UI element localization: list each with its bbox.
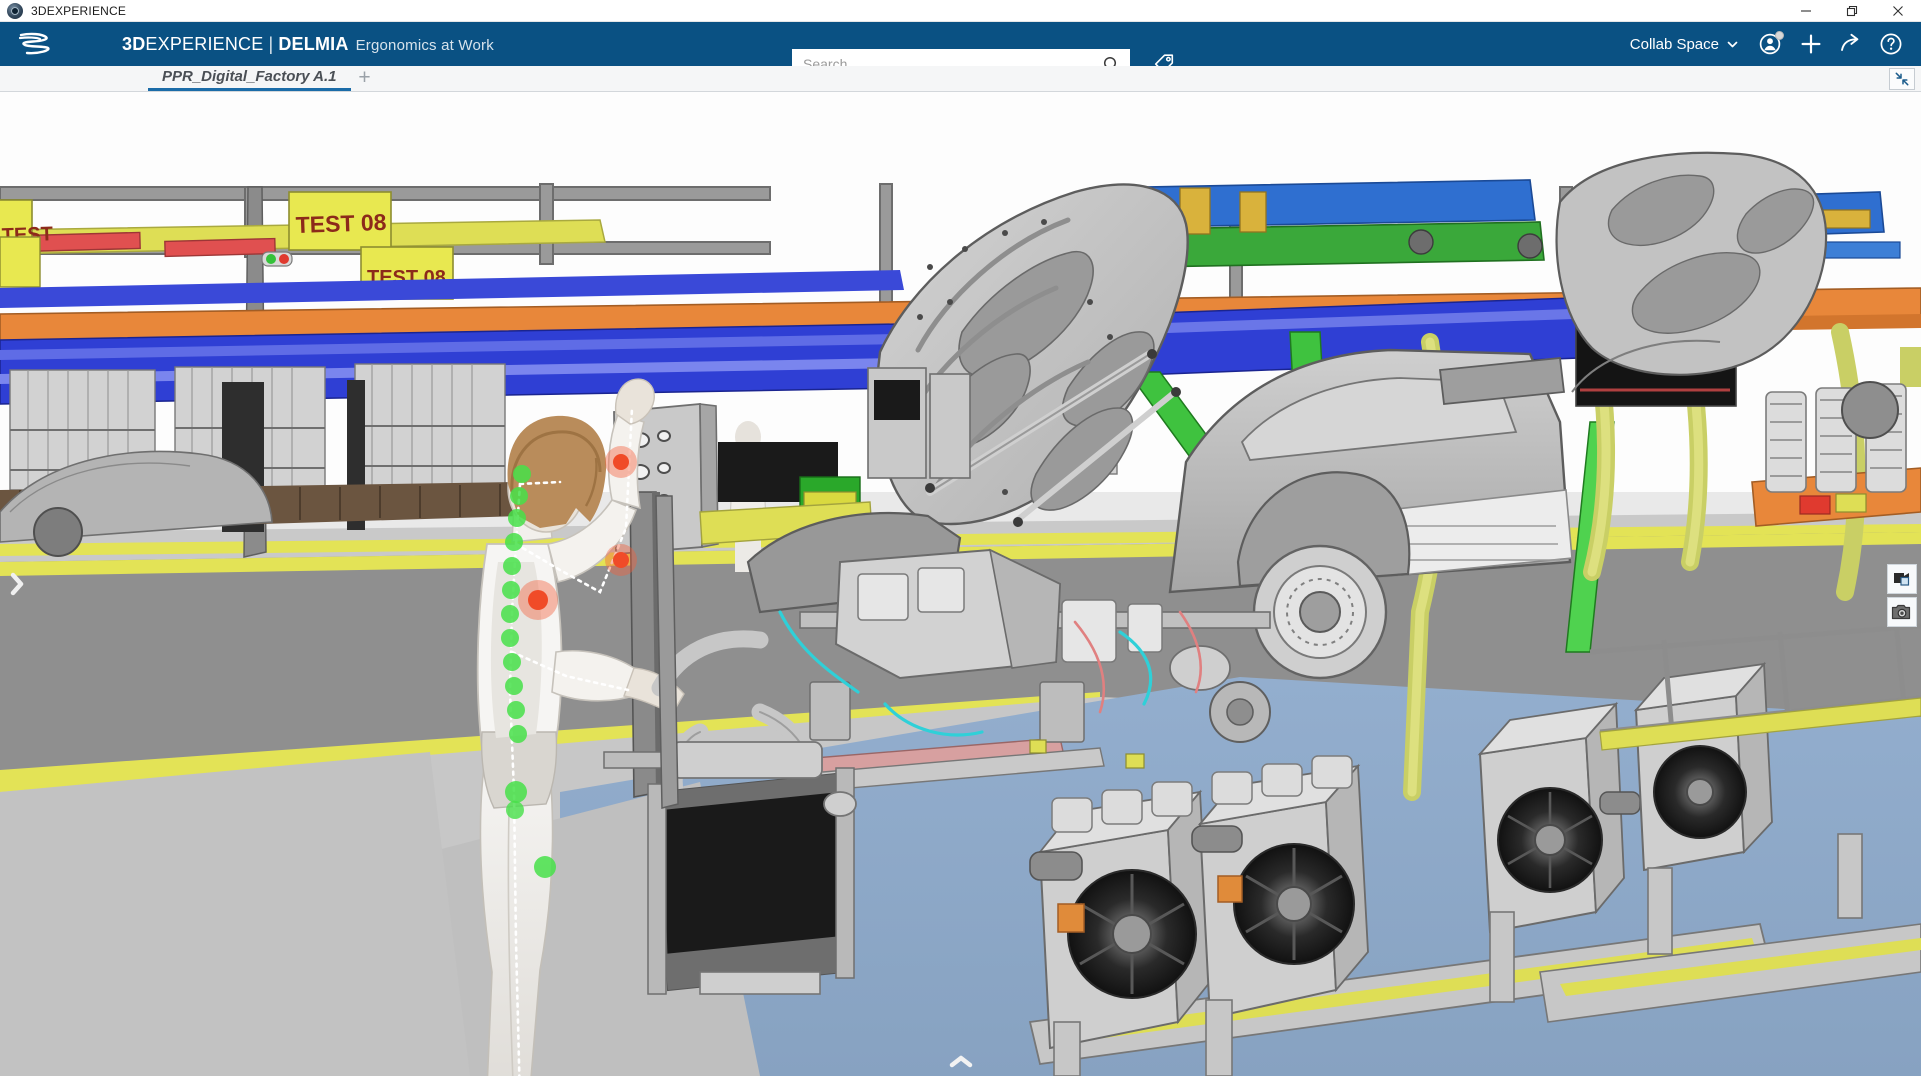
record-video-button[interactable] — [1887, 564, 1917, 594]
3d-viewport[interactable]: TEST TEST 08 TEST 08 — [0, 92, 1921, 1076]
brand-3d: 3D — [122, 34, 145, 54]
user-account-icon[interactable] — [1751, 22, 1791, 66]
brand-title: 3DEXPERIENCE|DELMIA Ergonomics at Work — [122, 34, 494, 55]
app-header: 3DEXPERIENCE|DELMIA Ergonomics at Work Co… — [0, 22, 1921, 66]
app-name: Ergonomics at Work — [356, 37, 494, 54]
collapse-diagonal-arrows-icon[interactable] — [1889, 68, 1915, 90]
3dexperience-logo-icon — [7, 3, 23, 19]
minimize-button[interactable] — [1783, 0, 1829, 22]
tab-ppr-digital-factory[interactable]: PPR_Digital_Factory A.1 — [148, 65, 351, 91]
document-tabbar: PPR_Digital_Factory A.1 + — [0, 66, 1921, 92]
window-controls — [1783, 0, 1921, 22]
chevron-right-icon[interactable] — [6, 569, 28, 599]
restore-button[interactable] — [1829, 0, 1875, 22]
plus-icon[interactable] — [1791, 22, 1831, 66]
viewport-right-tools — [1887, 564, 1917, 627]
brand-separator: | — [268, 34, 273, 54]
collab-space-label: Collab Space — [1630, 36, 1719, 53]
capture-snapshot-button[interactable] — [1887, 597, 1917, 627]
dassault-systemes-logo-icon[interactable] — [12, 31, 58, 57]
digital-factory-assembly-line-3d-scene: TEST TEST 08 TEST 08 — [0, 92, 1921, 1076]
brand-suite: DELMIA — [278, 34, 348, 54]
svg-text:TEST 08: TEST 08 — [295, 209, 387, 238]
notification-dot — [1775, 31, 1784, 40]
share-arrow-icon[interactable] — [1831, 22, 1871, 66]
chevron-down-icon — [1726, 38, 1739, 51]
help-question-icon[interactable] — [1871, 22, 1911, 66]
window-titlebar: 3DEXPERIENCE — [0, 0, 1921, 22]
header-actions: Collab Space — [1630, 22, 1911, 66]
collab-space-selector[interactable]: Collab Space — [1630, 36, 1739, 53]
add-tab-button[interactable]: + — [351, 65, 379, 91]
brand-experience: EXPERIENCE — [145, 34, 263, 54]
tab-label: PPR_Digital_Factory A.1 — [162, 68, 337, 85]
chevron-up-icon[interactable] — [943, 1050, 979, 1074]
close-button[interactable] — [1875, 0, 1921, 22]
window-title: 3DEXPERIENCE — [31, 4, 126, 18]
